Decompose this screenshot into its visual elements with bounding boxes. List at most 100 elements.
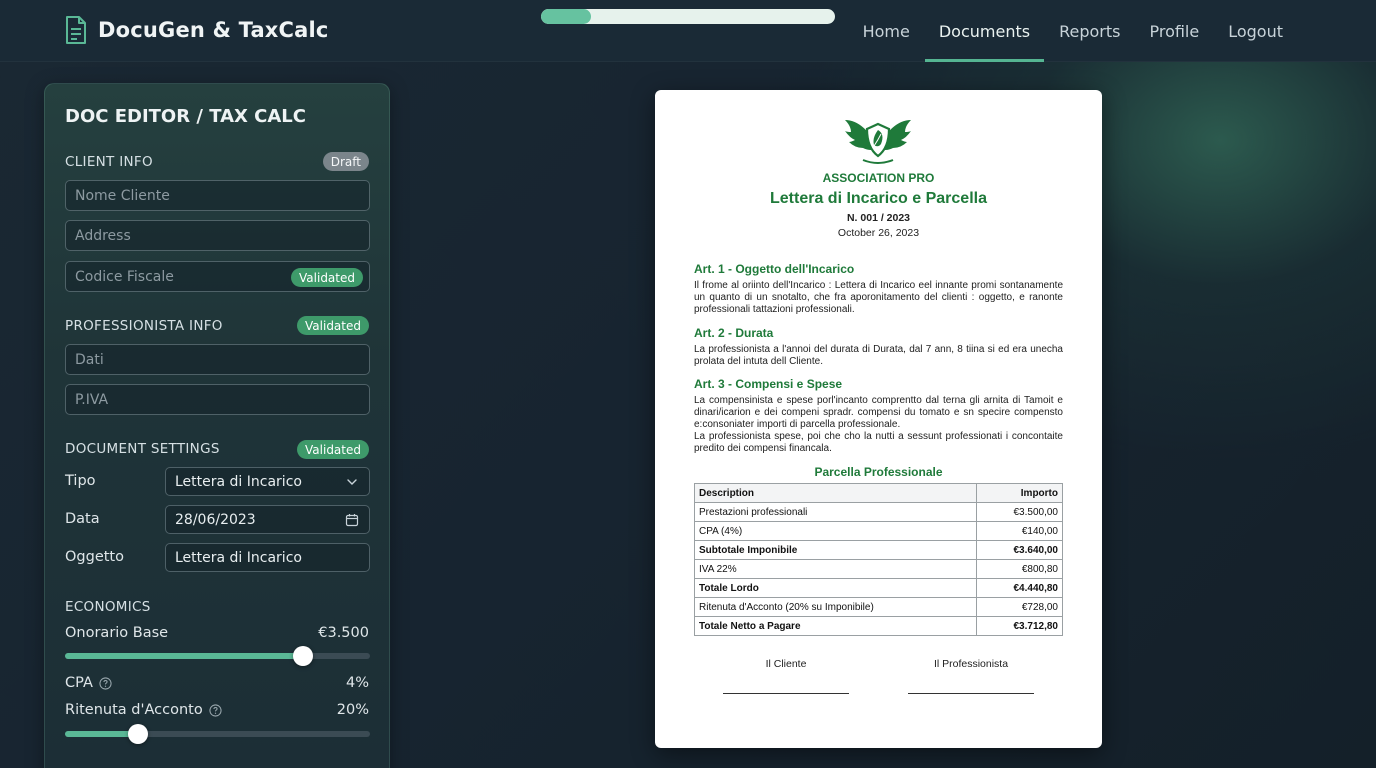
oggetto-input[interactable]: Lettera di Incarico (165, 543, 370, 572)
dati-placeholder: Dati (75, 351, 104, 368)
piva-placeholder: P.IVA (75, 391, 109, 408)
piva-input[interactable]: P.IVA (65, 384, 370, 415)
onorario-value: €3.500 (318, 625, 369, 641)
app-name: DocuGen & TaxCalc (98, 18, 329, 42)
nav-logout[interactable]: Logout (1214, 0, 1297, 62)
table-row: Prestazioni professionali €3.500,00 (694, 502, 1063, 522)
tipo-value: Lettera di Incarico (175, 473, 302, 490)
brand[interactable]: DocuGen & TaxCalc (64, 16, 329, 44)
ritenuta-slider-thumb[interactable] (128, 724, 149, 744)
document-number: N. 001 / 2023 (846, 212, 911, 224)
top-bar: DocuGen & TaxCalc Home Documents Reports… (0, 0, 1376, 62)
tipo-label: Tipo (65, 473, 96, 489)
client-signature-line (723, 693, 849, 694)
dati-input[interactable]: Dati (65, 344, 370, 375)
help-icon[interactable] (209, 703, 222, 717)
ritenuta-label: Ritenuta d'Acconto (65, 702, 222, 718)
data-date-input[interactable]: 28/06/2023 (165, 505, 370, 534)
ritenuta-value: 20% (336, 702, 369, 718)
address-input[interactable]: Address (65, 220, 370, 251)
economics-label: ECONOMICS (65, 599, 151, 615)
client-name-placeholder: Nome Cliente (75, 187, 170, 204)
row-description: CPA (4%) (694, 521, 977, 541)
row-description: Totale Lordo (694, 578, 977, 598)
row-amount: €3.712,80 (976, 616, 1063, 636)
article-3-title: Art. 3 - Compensi e Spese (694, 377, 843, 391)
codice-fiscale-placeholder: Codice Fiscale (75, 268, 174, 285)
professional-signature-label: Il Professionista (933, 658, 1009, 670)
table-row: IVA 22% €800,80 (694, 559, 1063, 579)
nav-home[interactable]: Home (849, 0, 924, 62)
data-value: 28/06/2023 (175, 511, 256, 528)
association-logo (845, 120, 911, 164)
client-info-label: CLIENT INFO (65, 154, 153, 170)
document-icon (66, 16, 86, 44)
article-2-title: Art. 2 - Durata (694, 326, 774, 340)
article-3-text: La compensinista e spese porl'incanto co… (694, 395, 1063, 454)
cpa-label-text: CPA (65, 675, 93, 691)
table-row: CPA (4%) €140,00 (694, 521, 1063, 541)
tipo-select[interactable]: Lettera di Incarico (165, 467, 370, 496)
chevron-down-icon (347, 479, 357, 485)
cpa-value: 4% (345, 675, 369, 691)
professionista-validated-badge: Validated (297, 316, 369, 335)
nav-documents[interactable]: Documents (924, 0, 1045, 62)
row-description: Subtotale Imponibile (694, 540, 977, 560)
table-row: Subtotale Imponibile €3.640,00 (694, 540, 1063, 560)
address-placeholder: Address (75, 227, 131, 244)
article-1-title: Art. 1 - Oggetto dell'Incarico (694, 262, 855, 276)
column-header-description: Description (694, 483, 977, 503)
row-description: Ritenuta d'Acconto (20% su Imponibile) (694, 597, 977, 617)
article-2-text: La professionista a l'annoi del durata d… (694, 344, 1063, 367)
panel-title: DOC EDITOR / TAX CALC (65, 106, 306, 127)
ritenuta-slider[interactable] (65, 724, 370, 744)
row-amount: €800,80 (976, 559, 1063, 579)
nav-reports[interactable]: Reports (1045, 0, 1134, 62)
table-row: Ritenuta d'Acconto (20% su Imponibile) €… (694, 597, 1063, 617)
association-name: ASSOCIATION PRO (822, 171, 935, 185)
onorario-slider[interactable] (65, 646, 370, 666)
table-header-row: Description Importo (694, 483, 1063, 503)
onorario-slider-thumb[interactable] (292, 646, 313, 666)
row-amount: €4.440,80 (976, 578, 1063, 598)
document-settings-label: DOCUMENT SETTINGS (65, 441, 220, 457)
row-amount: €728,00 (976, 597, 1063, 617)
onorario-label: Onorario Base (65, 625, 168, 641)
document-title: Lettera di Incarico e Parcella (770, 190, 987, 207)
cf-validated-badge: Validated (291, 268, 363, 287)
onorario-slider-fill (65, 653, 303, 659)
progress-buffer (541, 9, 589, 24)
calendar-icon[interactable] (345, 513, 359, 527)
professional-signature-line (908, 693, 1034, 694)
column-header-importo: Importo (976, 483, 1063, 503)
row-description: Totale Netto a Pagare (694, 616, 977, 636)
help-icon[interactable] (99, 676, 112, 690)
table-row: Totale Netto a Pagare €3.712,80 (694, 616, 1063, 636)
ritenuta-label-text: Ritenuta d'Acconto (65, 702, 203, 718)
document-date: October 26, 2023 (837, 227, 920, 239)
main-nav: Home Documents Reports Profile Logout (848, 0, 1297, 62)
fee-table: Description Importo Prestazioni professi… (694, 483, 1063, 636)
onorario-label-text: Onorario Base (65, 625, 169, 641)
client-name-input[interactable]: Nome Cliente (65, 180, 370, 211)
progress-bar (541, 9, 835, 24)
parcella-title: Parcella Professionale (814, 465, 943, 479)
document-preview: ASSOCIATION PRO Lettera di Incarico e Pa… (655, 90, 1102, 748)
table-row: Totale Lordo €4.440,80 (694, 578, 1063, 598)
draft-badge: Draft (322, 152, 369, 171)
editor-panel: DOC EDITOR / TAX CALC CLIENT INFO Draft … (44, 83, 390, 768)
client-signature-label: Il Cliente (765, 658, 807, 670)
article-1-text: Il frome al oriinto dell'Incarico : Lett… (694, 280, 1063, 315)
oggetto-value: Lettera di Incarico (175, 549, 302, 566)
settings-validated-badge: Validated (297, 440, 369, 459)
row-description: Prestazioni professionali (694, 502, 977, 522)
codice-fiscale-input[interactable]: Codice Fiscale Validated (65, 261, 370, 292)
nav-profile[interactable]: Profile (1135, 0, 1213, 62)
row-amount: €3.640,00 (976, 540, 1063, 560)
oggetto-label: Oggetto (65, 549, 124, 565)
row-description: IVA 22% (694, 559, 977, 579)
cpa-label: CPA (65, 675, 112, 691)
professionista-info-label: PROFESSIONISTA INFO (65, 318, 223, 334)
row-amount: €3.500,00 (976, 502, 1063, 522)
data-label: Data (65, 511, 100, 527)
